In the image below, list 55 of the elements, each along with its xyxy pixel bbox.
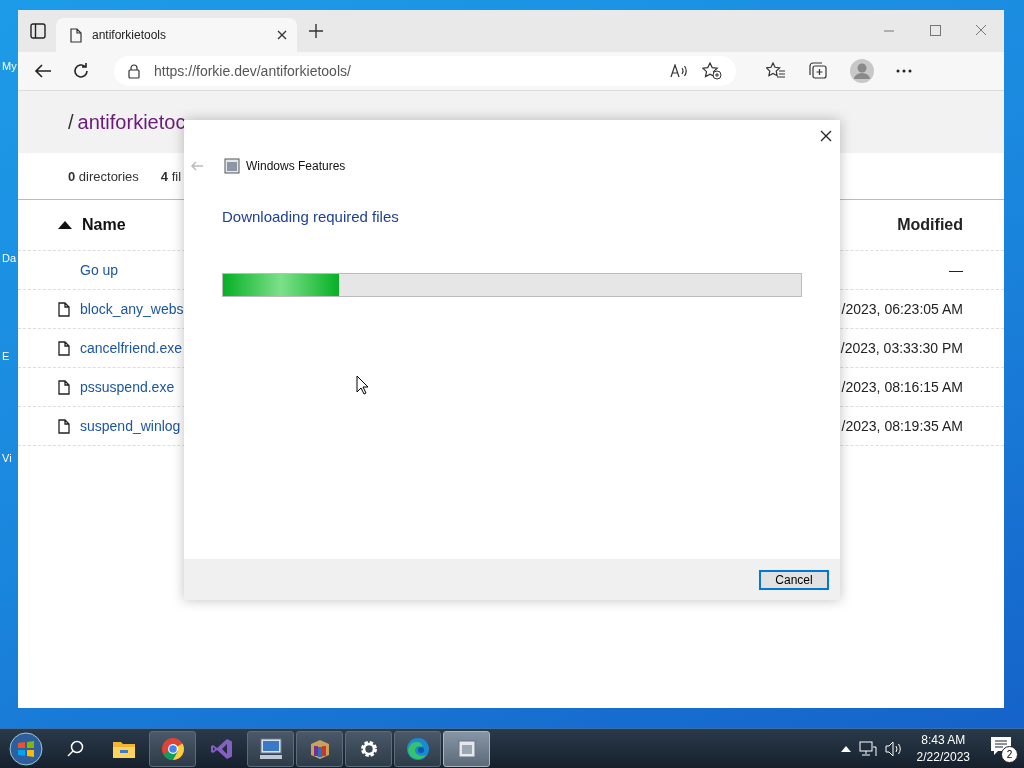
profile-avatar-icon[interactable] <box>850 59 874 83</box>
start-orb-icon[interactable] <box>9 731 43 766</box>
browser-tab[interactable]: antiforkietools <box>56 18 297 52</box>
file-icon <box>58 301 70 317</box>
search-icon[interactable] <box>67 739 85 758</box>
tab-actions-icon[interactable] <box>30 23 46 39</box>
more-icon[interactable] <box>896 69 912 73</box>
close-icon[interactable] <box>277 30 287 40</box>
dialog-title: Windows Features <box>246 159 346 173</box>
refresh-icon[interactable] <box>72 62 90 80</box>
file-icon <box>58 379 70 395</box>
clock-time[interactable]: 8:43 AM <box>921 731 966 749</box>
volume-icon[interactable] <box>884 740 903 757</box>
back-arrow-icon[interactable] <box>34 63 52 79</box>
summary-count: 0 directories <box>68 168 139 184</box>
modified-date: /2023, 03:33:30 PM <box>840 340 963 356</box>
cancel-button[interactable]: Cancel <box>759 569 829 590</box>
window-icon <box>224 158 240 174</box>
monitor-icon[interactable] <box>257 736 284 761</box>
collections-icon[interactable] <box>808 62 828 80</box>
network-icon[interactable] <box>858 740 877 757</box>
desktop-icon-label[interactable]: E <box>2 350 10 362</box>
file-icon <box>58 418 70 434</box>
file-link[interactable]: suspend_winlog <box>80 418 181 434</box>
read-aloud-icon[interactable] <box>670 64 688 78</box>
lock-icon <box>128 63 140 79</box>
file-link[interactable]: pssuspend.exe <box>80 379 175 395</box>
add-favorite-icon[interactable] <box>702 62 722 80</box>
favorites-icon[interactable] <box>766 62 786 80</box>
breadcrumb-separator: / <box>68 110 74 134</box>
window-icon[interactable] <box>455 737 478 760</box>
folder-title[interactable]: antiforkietoc <box>77 110 186 134</box>
dialog-heading: Downloading required files <box>222 208 400 225</box>
mouse-cursor-icon <box>356 375 369 395</box>
chrome-icon[interactable] <box>160 736 185 761</box>
page-icon <box>70 27 82 43</box>
clock-date[interactable]: 2/22/2023 <box>916 748 970 766</box>
file-icon <box>58 340 70 356</box>
modified-date: /2023, 06:23:05 AM <box>841 301 963 317</box>
modified-date: /2023, 08:19:35 AM <box>841 418 963 434</box>
file-link[interactable]: block_any_webs <box>80 301 184 317</box>
new-tab-icon[interactable] <box>309 24 323 38</box>
column-header[interactable]: Modified <box>897 216 963 233</box>
go-up-link[interactable]: Go up <box>80 262 119 278</box>
modified-date: /2023, 08:16:15 AM <box>841 379 963 395</box>
infinity-icon[interactable] <box>209 736 234 761</box>
close-icon[interactable] <box>820 130 832 142</box>
address-bar[interactable]: https://forkie.dev/antiforkietools/ <box>114 56 736 86</box>
file-link[interactable]: cancelfriend.exe <box>80 340 182 356</box>
edge-icon[interactable] <box>405 736 430 761</box>
modified-date: — <box>949 262 963 278</box>
column-header[interactable]: Name <box>82 216 126 234</box>
summary-count: 4 fil <box>160 168 182 184</box>
desktop-icon-label[interactable]: Vi <box>2 452 12 464</box>
caret-up-icon[interactable] <box>840 745 851 752</box>
